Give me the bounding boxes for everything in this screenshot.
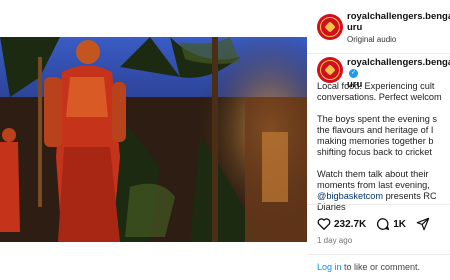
caption-line: conversations. Perfect welcom xyxy=(317,92,442,102)
login-prompt: Log in to like or comment. xyxy=(317,262,420,272)
audio-label[interactable]: Original audio xyxy=(347,35,396,44)
post-caption: Local food. Experiencing cult conversati… xyxy=(317,81,450,224)
login-link[interactable]: Log in xyxy=(317,262,342,272)
avatar[interactable] xyxy=(317,14,343,40)
caption-line: moments from last evening, xyxy=(317,180,430,190)
caption-line: Local food. Experiencing cult xyxy=(317,81,435,91)
caption-line: presents RC xyxy=(383,191,437,201)
caption-line: The boys spent the evening s xyxy=(317,114,438,124)
verified-badge-icon: ✓ xyxy=(349,68,358,78)
comment-icon[interactable] xyxy=(376,217,390,231)
post-timestamp[interactable]: 1 day ago xyxy=(317,236,352,245)
caption-line: shifting focus back to cricket xyxy=(317,147,432,157)
heart-icon[interactable] xyxy=(317,217,331,231)
post-header: royalchallengers.bengal uru Original aud… xyxy=(307,0,450,54)
caption-line: the flavours and heritage of I xyxy=(317,125,434,135)
username[interactable]: royalchallengers.bengal uru xyxy=(347,11,450,33)
caption-line: making memories together b xyxy=(317,136,434,146)
username-line2[interactable]: uru xyxy=(347,22,362,33)
caption-avatar[interactable] xyxy=(317,57,343,83)
action-bar: 232.7K 1K xyxy=(317,217,433,231)
caption-line: Watch them talk about their xyxy=(317,169,429,179)
bottom-margin xyxy=(0,242,307,280)
like-count[interactable]: 232.7K xyxy=(334,219,366,230)
divider xyxy=(307,254,450,255)
video-frame xyxy=(0,37,307,242)
caption-username-line1[interactable]: royalchallengers.bengal xyxy=(347,57,450,68)
post-sidebar: royalchallengers.bengal uru Original aud… xyxy=(307,0,450,280)
post-viewer: royalchallengers.bengal uru Original aud… xyxy=(0,0,450,280)
reel-video[interactable] xyxy=(0,37,307,242)
top-margin xyxy=(0,0,307,37)
login-prompt-text: to like or comment. xyxy=(341,262,421,272)
username-line1[interactable]: royalchallengers.bengal xyxy=(347,11,450,22)
comment-count[interactable]: 1K xyxy=(393,219,406,230)
share-icon[interactable] xyxy=(416,217,430,231)
mention-link[interactable]: @bigbasketcom xyxy=(317,191,383,201)
divider xyxy=(307,204,450,205)
